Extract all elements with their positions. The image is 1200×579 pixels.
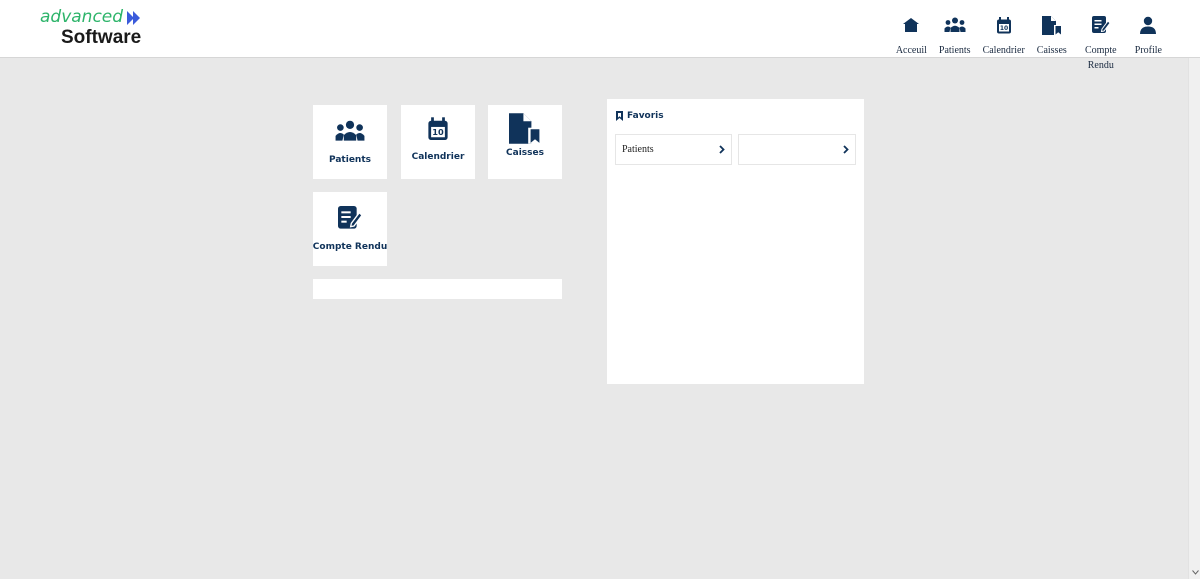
nav-acceuil[interactable]: Acceuil [896,14,927,58]
favoris-item-empty[interactable] [738,134,856,165]
nav-profile[interactable]: Profile [1135,14,1162,58]
tile-label: Patients [329,155,371,165]
favoris-item-label: Patients [622,144,654,155]
tile-label: Caisses [506,148,544,158]
nav-calendrier[interactable]: 10 Calendrier [983,14,1025,58]
favoris-header: Favoris [616,111,664,121]
logo-text-software: Software [61,27,142,48]
tile-label: Compte Rendu [312,242,388,252]
home-icon [902,14,920,36]
calendar-icon: 10 [427,115,449,143]
favoris-title: Favoris [627,111,664,121]
logo-text-advanced: advanced [40,7,124,27]
favoris-item-patients[interactable]: Patients [615,134,732,165]
nav-compte-rendu[interactable]: Compte Rendu [1079,14,1123,73]
svg-text:10: 10 [999,25,1007,32]
patients-icon [334,117,366,145]
svg-text:10: 10 [432,127,444,137]
caisses-icon [1041,14,1062,36]
report-icon [338,204,362,232]
nav-patients[interactable]: Patients [939,14,971,58]
top-header: advanced Software Acceuil Patients 10 Ca… [0,0,1200,71]
logo-arrows-icon [127,10,141,25]
tile-calendrier[interactable]: 10 Calendrier [401,105,475,179]
tile-caisses[interactable]: Caisses [488,105,562,179]
caisses-icon [509,112,541,144]
calendar-icon: 10 [996,14,1012,36]
logo[interactable]: advanced Software [40,7,142,48]
tile-compte-rendu[interactable]: Compte Rendu [313,192,387,266]
scroll-down-icon[interactable] [1191,568,1199,576]
tile-label: Calendrier [411,152,465,162]
chevron-right-icon [839,143,853,157]
profile-icon [1139,14,1157,36]
tile-patients[interactable]: Patients [313,105,387,179]
patients-icon [944,14,966,36]
top-nav: Acceuil Patients 10 Calendrier Caisses C… [884,14,1162,73]
vertical-scrollbar[interactable] [1188,58,1200,579]
report-icon [1091,14,1110,36]
bookmark-icon [616,111,623,121]
favoris-panel: Favoris Patients [607,99,864,384]
chevron-right-icon [715,143,729,157]
nav-caisses[interactable]: Caisses [1037,14,1067,58]
blank-panel [313,279,562,299]
